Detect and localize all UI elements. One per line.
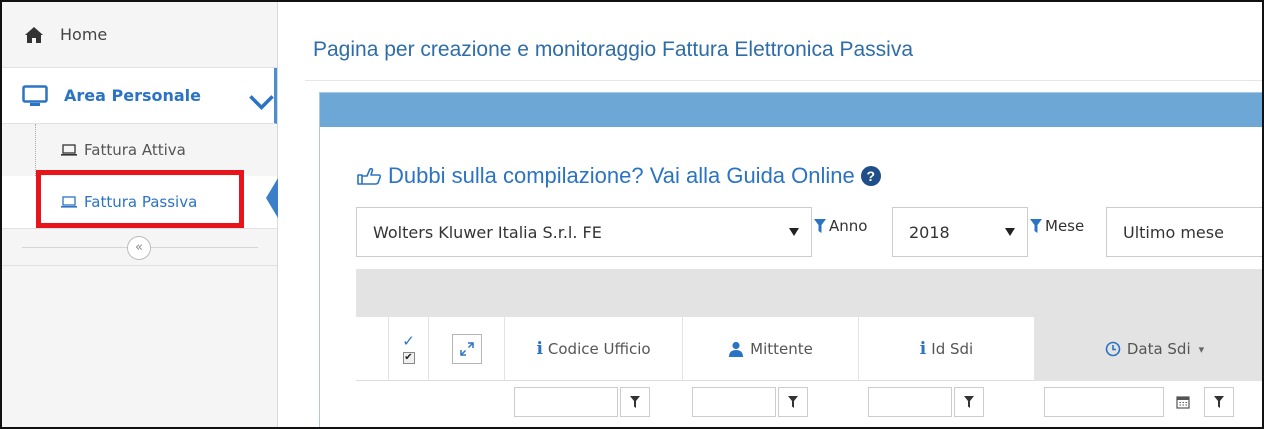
sidebar-item-area-label: Area Personale — [64, 86, 201, 105]
invoice-panel: Dubbi sulla compilazione? Vai alla Guida… — [319, 92, 1262, 427]
data-sdi-filter-button[interactable] — [1204, 387, 1234, 417]
question-circle-icon[interactable]: ? — [860, 166, 881, 186]
mese-label: Mese — [1030, 217, 1084, 235]
sidebar-item-area-personale[interactable]: Area Personale — [2, 68, 277, 124]
caret-down-icon — [1005, 228, 1015, 236]
anno-label: Anno — [814, 217, 867, 235]
mittente-filter-input[interactable] — [692, 387, 776, 417]
app-window: Home Area Personale Fattura Attiva Fattu… — [0, 0, 1264, 429]
mese-select[interactable]: Ultimo mese — [1106, 207, 1262, 257]
filter-bar: Wolters Kluwer Italia S.r.l. FE Anno 201… — [356, 207, 1262, 257]
anno-select[interactable]: 2018 — [892, 207, 1028, 257]
column-label: Codice Ufficio — [547, 340, 651, 358]
sidebar-item-home-label: Home — [60, 25, 108, 44]
column-label: Mittente — [750, 340, 813, 358]
select-all-checkbox[interactable]: ✔ — [402, 352, 415, 364]
home-icon — [25, 26, 43, 43]
company-select[interactable]: Wolters Kluwer Italia S.r.l. FE — [356, 207, 812, 257]
main-content: Pagina per creazione e monitoraggio Fatt… — [279, 2, 1262, 427]
laptop-icon — [61, 144, 77, 156]
sidebar-collapse-button[interactable]: « — [127, 236, 151, 260]
company-select-value: Wolters Kluwer Italia S.r.l. FE — [373, 222, 602, 242]
codice-ufficio-filter-button[interactable] — [620, 387, 650, 417]
filter-icon — [788, 396, 798, 408]
column-label: Id Sdi — [931, 340, 974, 358]
column-id-sdi[interactable]: i Id Sdi — [858, 317, 1034, 381]
sort-caret-icon[interactable]: ▾ — [1199, 343, 1205, 356]
filter-row — [356, 381, 1262, 427]
calendar-button[interactable] — [1168, 387, 1198, 417]
column-label: Data Sdi — [1126, 340, 1191, 358]
help-link[interactable]: Dubbi sulla compilazione? Vai alla Guida… — [356, 163, 881, 189]
page-title: Pagina per creazione e monitoraggio Fatt… — [313, 38, 913, 61]
mese-select-value: Ultimo mese — [1123, 222, 1224, 242]
highlight-box — [36, 170, 244, 228]
filter-icon — [1030, 219, 1042, 233]
filter-icon — [630, 396, 640, 408]
user-icon — [729, 341, 744, 357]
filter-icon — [814, 219, 826, 233]
divider — [305, 80, 1262, 81]
codice-ufficio-filter-input[interactable] — [514, 387, 618, 417]
clock-icon — [1105, 341, 1121, 357]
monitor-icon — [22, 84, 48, 106]
data-sdi-filter-input[interactable] — [1044, 387, 1164, 417]
hand-pointer-icon — [357, 167, 382, 185]
check-icon: ✓ — [402, 332, 415, 350]
column-mittente[interactable]: Mittente — [682, 317, 858, 381]
sidebar: Home Area Personale Fattura Attiva Fattu… — [2, 2, 278, 427]
column-codice-ufficio[interactable]: i Codice Ufficio — [504, 317, 682, 381]
info-icon: i — [919, 339, 927, 359]
active-indicator — [266, 178, 278, 218]
select-all-column: ✓ ✔ — [388, 317, 428, 381]
filter-icon — [964, 396, 974, 408]
sidebar-item-label: Fattura Attiva — [84, 141, 186, 159]
id-sdi-filter-input[interactable] — [868, 387, 952, 417]
sidebar-item-home[interactable]: Home — [2, 2, 277, 68]
help-link-text: Dubbi sulla compilazione? Vai alla Guida… — [388, 163, 855, 188]
panel-header — [320, 93, 1262, 127]
sidebar-item-fattura-attiva[interactable]: Fattura Attiva — [2, 124, 277, 176]
table-header: ✓ ✔ i Codice Ufficio Mittente i Id Sdi D… — [356, 317, 1262, 381]
mittente-filter-button[interactable] — [778, 387, 808, 417]
filter-icon — [1214, 396, 1224, 408]
info-icon: i — [536, 339, 543, 359]
column-data-sdi[interactable]: Data Sdi ▾ — [1034, 317, 1262, 381]
chevron-down-icon[interactable] — [246, 92, 277, 114]
calendar-icon — [1176, 396, 1190, 409]
sidebar-collapse-row: « — [2, 228, 278, 266]
caret-down-icon — [789, 228, 799, 236]
expand-column — [428, 317, 504, 381]
expand-button[interactable] — [451, 334, 482, 364]
id-sdi-filter-button[interactable] — [954, 387, 984, 417]
expand-icon — [459, 342, 474, 356]
table-toolbar — [356, 269, 1262, 317]
anno-select-value: 2018 — [909, 222, 950, 242]
